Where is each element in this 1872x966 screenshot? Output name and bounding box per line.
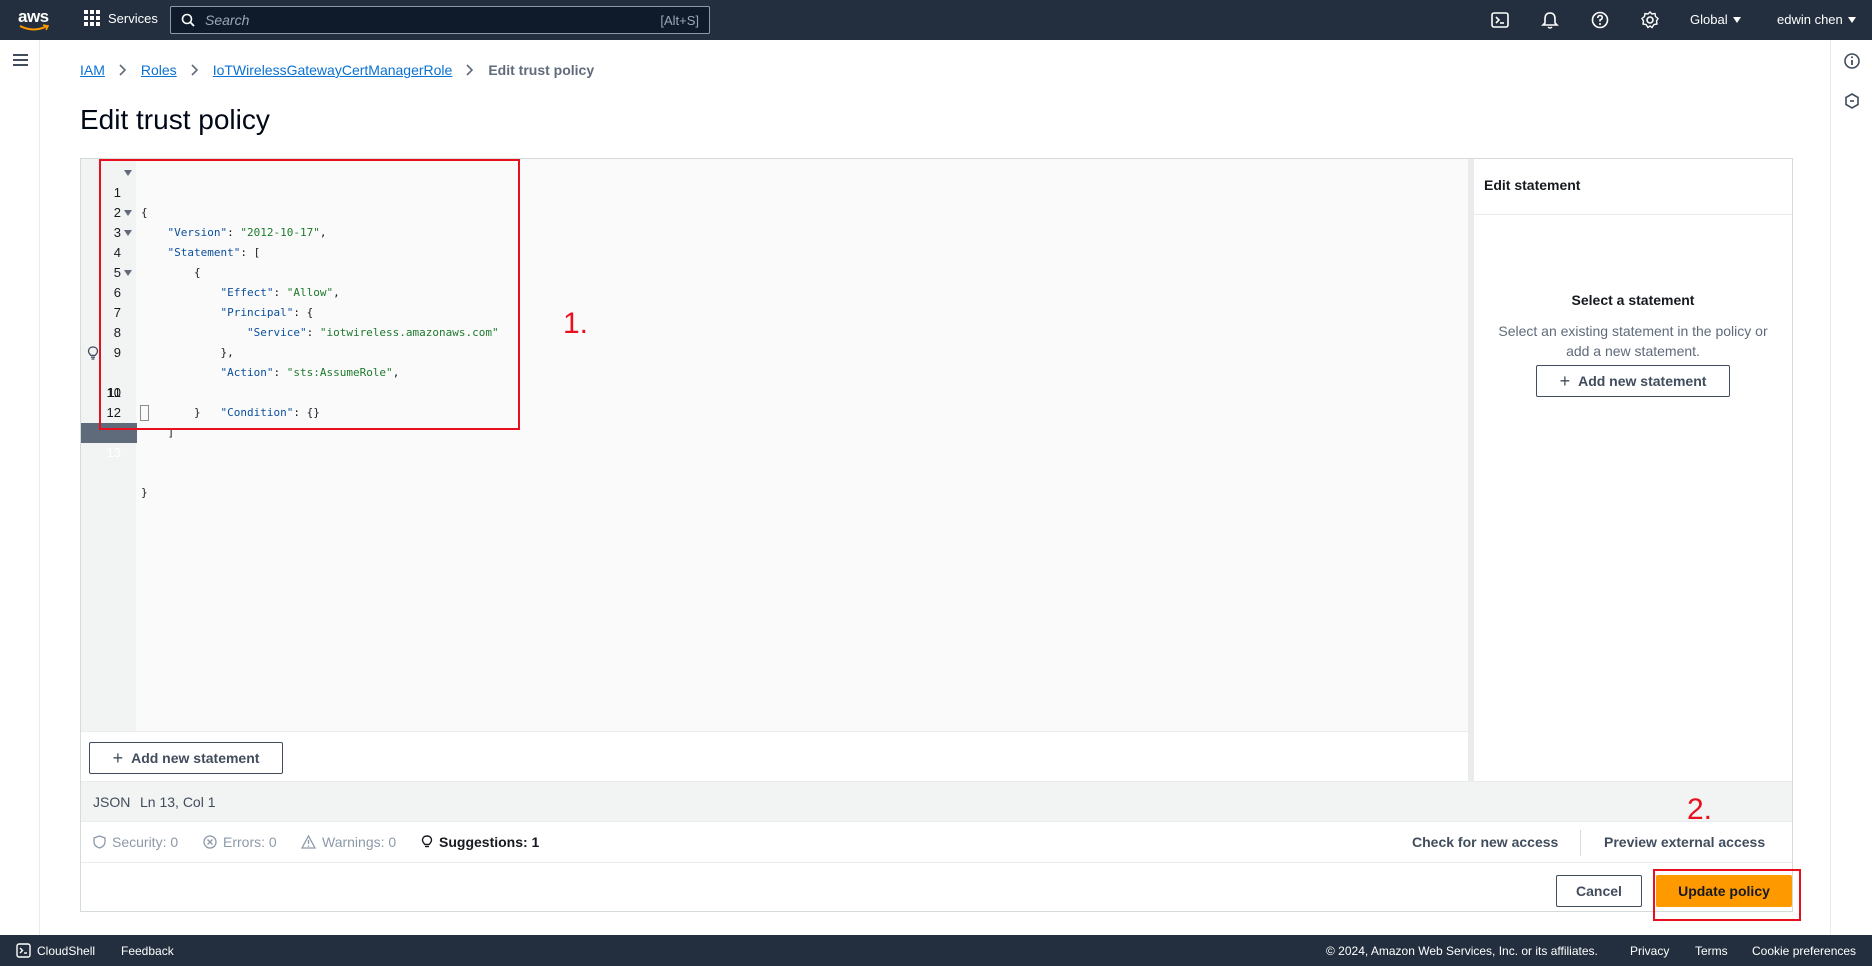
edit-statement-panel: Edit statement Select a statement Select…	[1474, 159, 1792, 781]
cloudshell-icon[interactable]	[1490, 10, 1510, 30]
help-icon[interactable]	[1590, 10, 1610, 30]
footer: CloudShell Feedback © 2024, Amazon Web S…	[0, 935, 1872, 966]
search-icon	[181, 13, 195, 27]
suggestions-check[interactable]: Suggestions: 1	[421, 834, 539, 850]
plus-icon: +	[1559, 371, 1571, 391]
editor-toolbar: + Add new statement	[81, 731, 1468, 781]
region-selector[interactable]: Global	[1690, 12, 1741, 27]
services-label: Services	[108, 10, 158, 26]
lightbulb-suggestion-icon[interactable]	[87, 346, 99, 360]
settings-gear-icon[interactable]	[1640, 10, 1660, 30]
page-title: Edit trust policy	[80, 104, 270, 135]
grid-icon	[84, 10, 100, 26]
info-icon[interactable]	[1843, 52, 1861, 70]
select-statement-description: Select an existing statement in the poli…	[1498, 323, 1768, 359]
select-statement-title: Select a statement	[1571, 292, 1695, 308]
right-rail	[1830, 40, 1872, 935]
edit-statement-header: Edit statement	[1474, 159, 1792, 215]
breadcrumb-roles-link[interactable]: Roles	[141, 62, 177, 78]
terms-link[interactable]: Terms	[1695, 944, 1728, 958]
add-new-statement-button[interactable]: + Add new statement	[89, 742, 283, 774]
divider	[1580, 830, 1581, 856]
hexagon-icon[interactable]	[1843, 92, 1861, 110]
cloudshell-icon[interactable]	[16, 943, 31, 958]
search-input[interactable]	[205, 12, 661, 28]
region-label: Global	[1690, 12, 1728, 27]
warnings-check[interactable]: Warnings: 0	[301, 834, 396, 850]
cancel-label: Cancel	[1576, 883, 1622, 899]
cloudshell-link[interactable]: CloudShell	[37, 944, 95, 958]
language-indicator: JSON	[93, 794, 131, 810]
errors-check[interactable]: Errors: 0	[203, 834, 277, 850]
annotation-box-1	[99, 159, 520, 430]
annotation-label-2: 2.	[1687, 793, 1713, 826]
aws-smile-icon	[19, 24, 49, 31]
breadcrumb-iam-link[interactable]: IAM	[80, 62, 105, 78]
line-number: 13	[106, 445, 121, 460]
services-menu-button[interactable]: Services	[84, 10, 158, 26]
panel-add-new-statement-label: Add new statement	[1578, 373, 1707, 389]
breadcrumb-current: Edit trust policy	[488, 62, 595, 78]
left-rail	[0, 40, 40, 935]
plus-icon: +	[112, 748, 124, 768]
user-label: edwin chen	[1777, 12, 1843, 27]
cookie-preferences-link[interactable]: Cookie preferences	[1752, 944, 1856, 958]
annotation-label-1: 1.	[563, 307, 589, 340]
shield-icon	[93, 835, 106, 849]
breadcrumb: IAM Roles IoTWirelessGatewayCertManagerR…	[80, 62, 594, 78]
form-actions: Cancel Update policy	[81, 863, 1792, 911]
error-x-circle-icon	[203, 835, 217, 849]
copyright-text: © 2024, Amazon Web Services, Inc. or its…	[1326, 944, 1598, 958]
editor-status-bar: JSON Ln 13, Col 1	[81, 781, 1792, 821]
add-new-statement-label: Add new statement	[131, 750, 260, 766]
hamburger-menu-icon[interactable]	[13, 54, 28, 66]
caret-down-icon	[1732, 17, 1741, 23]
chevron-right-icon	[466, 64, 474, 76]
feedback-link[interactable]: Feedback	[121, 944, 174, 958]
check-for-new-access-link[interactable]: Check for new access	[1412, 834, 1558, 850]
cursor-position: Ln 13, Col 1	[140, 794, 216, 810]
search-box[interactable]: [Alt+S]	[170, 6, 710, 34]
code-text: }	[141, 486, 148, 499]
breadcrumb-role-link[interactable]: IoTWirelessGatewayCertManagerRole	[213, 62, 453, 78]
caret-down-icon	[1847, 17, 1856, 23]
warning-triangle-icon	[301, 835, 316, 849]
user-menu[interactable]: edwin chen	[1777, 12, 1856, 27]
notifications-bell-icon[interactable]	[1540, 10, 1560, 30]
search-shortcut-hint: [Alt+S]	[660, 12, 699, 28]
chevron-right-icon	[119, 64, 127, 76]
security-check[interactable]: Security: 0	[93, 834, 178, 850]
policy-checks-bar: Security: 0 Errors: 0 Warnings: 0 Sugges…	[81, 821, 1792, 863]
panel-add-new-statement-button[interactable]: + Add new statement	[1536, 365, 1730, 397]
preview-external-access-link[interactable]: Preview external access	[1604, 834, 1765, 850]
lightbulb-icon	[421, 835, 433, 848]
privacy-link[interactable]: Privacy	[1630, 944, 1669, 958]
top-navigation: aws Services [Alt+S] Glob	[0, 0, 1872, 40]
aws-logo[interactable]: aws	[18, 7, 52, 33]
chevron-right-icon	[191, 64, 198, 76]
annotation-box-2	[1653, 869, 1801, 921]
cancel-button[interactable]: Cancel	[1556, 875, 1642, 907]
